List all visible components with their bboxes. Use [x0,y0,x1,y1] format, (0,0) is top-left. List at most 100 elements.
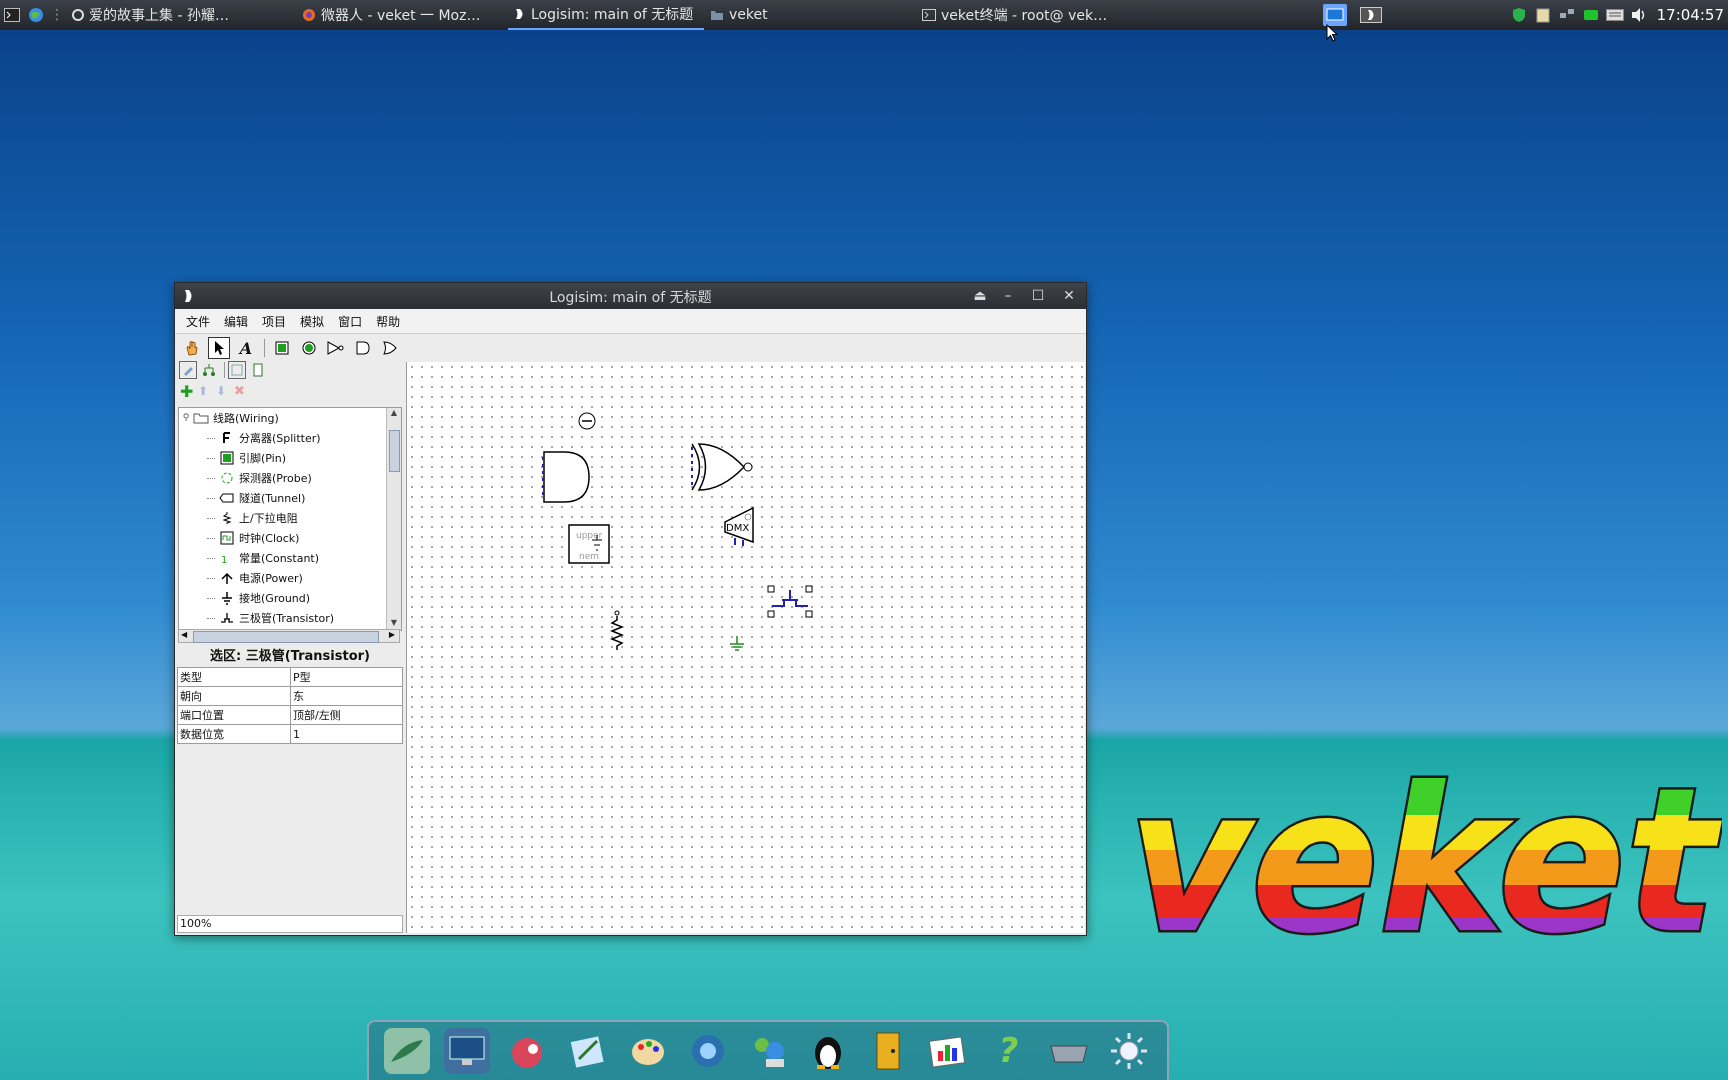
zoom-field[interactable]: 100% [177,915,403,933]
dock-app-paint-icon[interactable] [625,1028,671,1074]
constant-icon: 1 [219,550,235,566]
task-logisim[interactable]: Logisim: main of 无标题 [508,0,704,30]
dock-app-sun-icon[interactable] [1106,1028,1152,1074]
dock-app-chart-icon[interactable] [925,1028,971,1074]
window-titlebar[interactable]: Logisim: main of 无标题 ⏏ – ☐ ✕ [175,283,1086,309]
add-or-gate-button[interactable] [379,337,401,359]
dock-app-help-icon[interactable]: ? [985,1028,1031,1074]
clipboard-icon[interactable] [1534,6,1552,24]
scroll-up-arrow[interactable]: ▲ [387,408,401,420]
attribute-value[interactable]: 顶部/左侧 [290,705,403,725]
add-input-pin-button[interactable] [271,337,293,359]
tree-item-splitter[interactable]: 分离器(Splitter) [179,428,401,448]
battery-icon[interactable] [1582,6,1600,24]
maximize-button[interactable]: ☐ [1028,286,1048,306]
attribute-value[interactable]: P型 [290,667,403,687]
tree-item-probe[interactable]: 探测器(Probe) [179,468,401,488]
attribute-value[interactable]: 东 [290,686,403,706]
tree-item-pull-resistor[interactable]: 上/下拉电阻 [179,508,401,528]
tree-vertical-scrollbar[interactable]: ▲ ▼ [386,408,401,630]
dock-app-penguin-icon[interactable] [805,1028,851,1074]
probe-component[interactable] [578,412,596,430]
tree-expand-icon[interactable]: ⚲ [179,413,193,423]
tree-horizontal-scrollbar[interactable]: ◀ ▶ [178,629,400,643]
logisim-window: Logisim: main of 无标题 ⏏ – ☐ ✕ 文件 编辑 项目 模拟… [174,282,1087,936]
tree-item-constant[interactable]: 1 常量(Constant) [179,548,401,568]
ground-component[interactable] [730,636,744,651]
close-button[interactable]: ✕ [1059,286,1079,306]
menu-help[interactable]: 帮助 [369,313,407,330]
poke-tool-button[interactable] [181,337,203,359]
splitter-icon [219,430,235,446]
dock-app-landscape-icon[interactable] [384,1028,431,1074]
edit-circuit-layout-button[interactable] [228,361,246,379]
text-tool-button[interactable]: A [235,337,257,359]
tree-item-ground[interactable]: 接地(Ground) [179,588,401,608]
desktop-switcher-icon[interactable] [1323,4,1347,26]
globe-icon[interactable] [27,6,45,24]
minimize-button[interactable]: – [998,286,1018,306]
menu-edit[interactable]: 编辑 [217,313,255,330]
tree-connector [207,577,215,579]
tree-item-tunnel[interactable]: 隧道(Tunnel) [179,488,401,508]
select-tool-button[interactable] [208,337,230,359]
volume-icon[interactable] [1630,6,1648,24]
task-label: Logisim: main of 无标题 [531,7,694,23]
shade-button[interactable]: ⏏ [970,286,990,306]
task-file-manager[interactable]: veket [704,0,916,30]
scroll-left-arrow[interactable]: ◀ [181,630,187,639]
attribute-value[interactable]: 1 [290,724,403,744]
tree-item-clock[interactable]: 时钟(Clock) [179,528,401,548]
pull-resistor-component[interactable]: upper nem [568,524,610,564]
xnor-gate-component[interactable] [691,443,753,491]
dock-app-users-icon[interactable] [745,1028,791,1074]
dock-app-door-icon[interactable] [865,1028,911,1074]
scroll-thumb[interactable] [193,631,379,643]
dock-app-monitor-icon[interactable] [444,1028,491,1074]
add-circuit-icon[interactable]: ✚ [180,382,198,401]
clock[interactable]: 17:04:57 [1657,6,1724,24]
tunnel-icon [219,490,235,506]
transistor-component[interactable] [767,585,813,618]
terminal-launcher-icon[interactable] [3,6,21,24]
move-down-icon[interactable]: ⬇ [216,384,234,398]
delete-circuit-icon[interactable]: ✖ [234,384,252,399]
menu-project[interactable]: 项目 [255,313,293,330]
demultiplexer-component[interactable]: DMX [724,506,754,546]
scroll-right-arrow[interactable]: ▶ [389,630,395,639]
shield-icon[interactable] [1510,6,1528,24]
task-terminal[interactable]: veket终端 - root@ vek… [916,0,1148,30]
toolbox-view-button[interactable] [179,361,197,379]
tree-folder-wiring[interactable]: ⚲ 线路(Wiring) [179,408,401,428]
power-icon [219,570,235,586]
window-title: Logisim: main of 无标题 [549,290,712,306]
scroll-thumb[interactable] [389,430,400,472]
menu-window[interactable]: 窗口 [331,313,369,330]
tree-item-transistor[interactable]: 三极管(Transistor) [179,608,401,628]
menu-file[interactable]: 文件 [179,313,217,330]
attribute-row: 类型 P型 [177,667,403,687]
menu-simulate[interactable]: 模拟 [293,313,331,330]
tree-item-power[interactable]: 电源(Power) [179,568,401,588]
simulation-view-button[interactable] [200,361,218,379]
resistor-component[interactable] [609,610,625,650]
add-and-gate-button[interactable] [352,337,374,359]
dock-app-drive-icon[interactable] [1046,1028,1092,1074]
task-firefox[interactable]: 微器人 - veket 一 Moz… [296,0,508,30]
text-a-icon: A [239,338,253,358]
or-gate-icon [383,341,397,355]
add-not-gate-button[interactable] [325,337,347,359]
add-output-pin-button[interactable] [298,337,320,359]
move-up-icon[interactable]: ⬆ [198,384,216,398]
and-gate-component[interactable] [542,451,590,503]
keyboard-icon[interactable] [1605,6,1624,24]
task-media-player[interactable]: 爱的故事上集 - 孙耀… [66,0,296,30]
dock-app-media-icon[interactable] [685,1028,731,1074]
edit-circuit-appearance-button[interactable] [249,361,267,379]
circuit-canvas[interactable]: DMX upper nem [406,362,1085,933]
show-desktop-icon[interactable] [1359,5,1383,25]
network-icon[interactable] [1558,6,1576,24]
dock-app-notepad-icon[interactable] [564,1028,610,1074]
dock-app-hedgehog-icon[interactable] [504,1028,550,1074]
tree-item-pin[interactable]: 引脚(Pin) [179,448,401,468]
